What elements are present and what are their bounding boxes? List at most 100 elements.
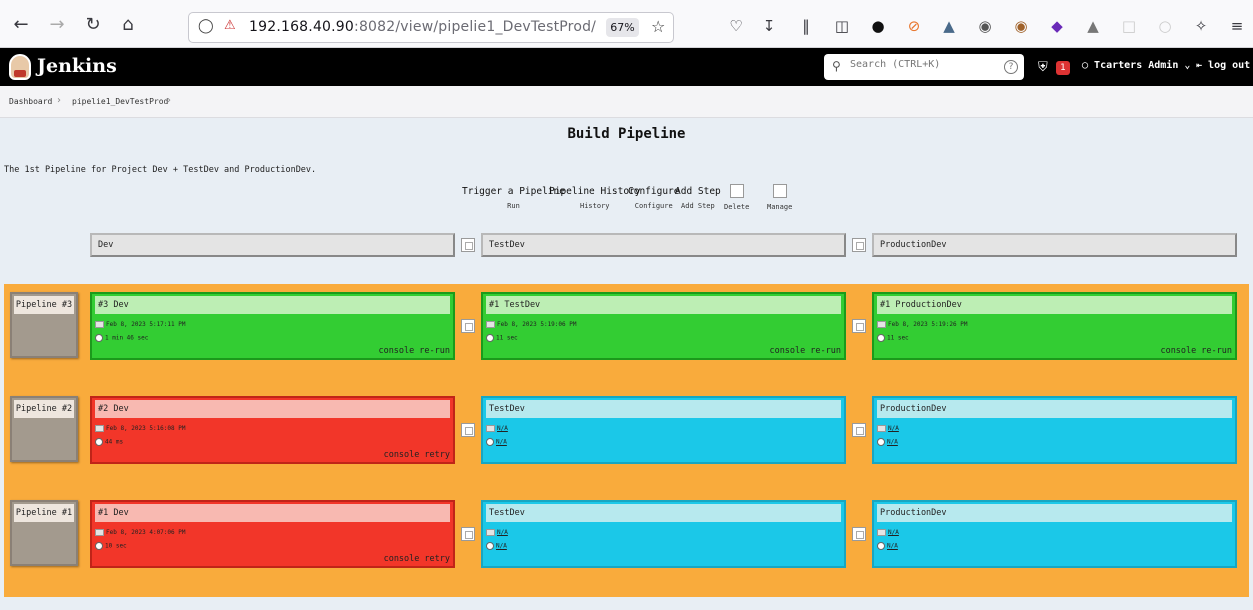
build-duration: N/A [887,438,898,446]
build-duration: N/A [496,438,507,446]
trigger-arrow-icon[interactable] [852,527,866,541]
build-links: console re-run [373,346,450,356]
build-title[interactable]: #3 Dev [95,296,450,314]
extension-dark-icon[interactable]: ● [869,17,887,35]
build-title[interactable]: TestDev [486,504,841,522]
breadcrumb-view[interactable]: pipelie1_DevTestProd [72,97,168,106]
library-icon[interactable]: ‖ [797,17,815,35]
action-label: Add Step [675,186,721,197]
build-link-re-run[interactable]: re-run [810,346,841,356]
extension-square-icon[interactable]: □ [1120,17,1138,35]
delete-action[interactable]: Delete [724,184,749,211]
build-date: Feb 8, 2023 5:19:06 PM [497,321,577,328]
build-date-row: Feb 8, 2023 5:17:11 PM [95,321,185,328]
build-duration: N/A [887,542,898,550]
build-link-console[interactable]: console [384,450,420,460]
trigger-arrow-icon[interactable] [461,319,475,333]
search-input[interactable] [850,59,1000,70]
calendar-icon [95,529,104,536]
build-date: Feb 8, 2023 4:07:06 PM [106,529,186,536]
security-shield-icon[interactable]: ⛨ [1038,60,1048,75]
bookmark-star-icon[interactable]: ☆ [651,17,665,36]
breadcrumb-dashboard[interactable]: Dashboard [9,97,52,106]
calendar-icon [95,321,104,328]
build-title[interactable]: #1 Dev [95,504,450,522]
pipeline-label[interactable]: Pipeline #1 [10,500,78,566]
extension-blocker-icon[interactable]: ⊘ [905,17,923,35]
build-title[interactable]: #1 ProductionDev [877,296,1232,314]
build-duration-row: N/A [486,542,507,550]
jenkins-logo-icon[interactable] [9,54,31,80]
cookie-icon[interactable]: ◉ [1012,17,1030,35]
user-menu[interactable]: ◯ Tcarters Admin ⌄ [1082,60,1190,71]
trigger-arrow-icon[interactable] [852,319,866,333]
build-date: Feb 8, 2023 5:16:08 PM [106,425,186,432]
build-title[interactable]: #2 Dev [95,400,450,418]
manage-action[interactable]: Manage [767,184,792,211]
build-date-row: N/A [877,425,899,432]
extension-hat-icon[interactable]: ◉ [976,17,994,35]
build-title[interactable]: ProductionDev [877,400,1232,418]
pipeline-history-action[interactable]: Pipeline History History [549,186,641,210]
calendar-icon [877,321,886,328]
build-card: TestDev N/A N/A [481,500,846,568]
sidebar-icon[interactable]: ◫ [833,17,851,35]
extension-shoe-icon[interactable]: ▲ [1084,17,1102,35]
build-link-console[interactable]: console [1160,346,1196,356]
build-date: N/A [888,529,899,536]
build-duration-row: N/A [877,438,898,446]
search-box[interactable]: ⚲ ? [824,54,1024,80]
trigger-arrow-icon[interactable] [852,423,866,437]
build-links: console re-run [764,346,841,356]
build-title[interactable]: ProductionDev [877,504,1232,522]
chevron-right-icon[interactable]: › [167,95,171,106]
extension-cursor-icon[interactable]: ▲ [940,17,958,35]
configure-action[interactable]: Configure Configure [628,186,679,210]
stage-header-testdev: TestDev [481,233,846,257]
extensions-puzzle-icon[interactable]: ✧ [1192,17,1210,35]
build-card: #1 ProductionDev Feb 8, 2023 5:19:26 PM 11… [872,292,1237,360]
build-date-row: Feb 8, 2023 5:19:06 PM [486,321,576,328]
extension-cube-icon[interactable]: ◆ [1048,17,1066,35]
build-link-re-run[interactable]: re-run [419,346,450,356]
build-links: console retry [379,450,450,460]
build-link-re-run[interactable]: re-run [1201,346,1232,356]
build-link-console[interactable]: console [769,346,805,356]
action-sub: Add Step [681,202,715,210]
extension-circle-icon[interactable]: ○ [1156,17,1174,35]
build-link-retry[interactable]: retry [424,554,450,564]
calendar-icon [486,425,495,432]
build-date-row: N/A [877,529,899,536]
build-title[interactable]: #1 TestDev [486,296,841,314]
build-links: console re-run [1155,346,1232,356]
build-link-console[interactable]: console [378,346,414,356]
back-icon[interactable]: ← [10,14,32,36]
manage-icon [772,184,787,198]
reload-icon[interactable]: ↻ [82,14,104,36]
trigger-arrow-icon[interactable] [461,423,475,437]
zoom-level[interactable]: 67% [606,18,639,37]
jenkins-brand[interactable]: Jenkins [37,55,117,77]
build-card: #1 TestDev Feb 8, 2023 5:19:06 PM 11 sec co… [481,292,846,360]
build-title[interactable]: TestDev [486,400,841,418]
notification-badge[interactable]: 1 [1056,61,1070,75]
download-icon[interactable]: ↧ [760,17,778,35]
build-link-retry[interactable]: retry [424,450,450,460]
forward-icon[interactable]: → [46,14,68,36]
help-icon[interactable]: ? [1004,60,1018,74]
trigger-arrow-icon[interactable] [461,527,475,541]
build-date-row: Feb 8, 2023 5:16:08 PM [95,425,185,432]
build-link-console[interactable]: console [384,554,420,564]
build-date: Feb 8, 2023 5:19:26 PM [888,321,968,328]
build-date-row: Feb 8, 2023 5:19:26 PM [877,321,967,328]
calendar-icon [95,425,104,432]
add-step-action[interactable]: Add Step Add Step [675,186,721,210]
logout-link[interactable]: ⇤ log out [1196,60,1250,71]
address-bar[interactable]: ◯ ⚠ 192.168.40.90:8082/view/pipelie1_Dev… [188,12,674,43]
home-icon[interactable]: ⌂ [117,14,139,36]
pocket-icon[interactable]: ♡ [727,17,745,35]
pipeline-label[interactable]: Pipeline #3 [10,292,78,358]
menu-hamburger-icon[interactable]: ≡ [1228,17,1246,35]
pipeline-label[interactable]: Pipeline #2 [10,396,78,462]
clock-icon [877,334,885,342]
